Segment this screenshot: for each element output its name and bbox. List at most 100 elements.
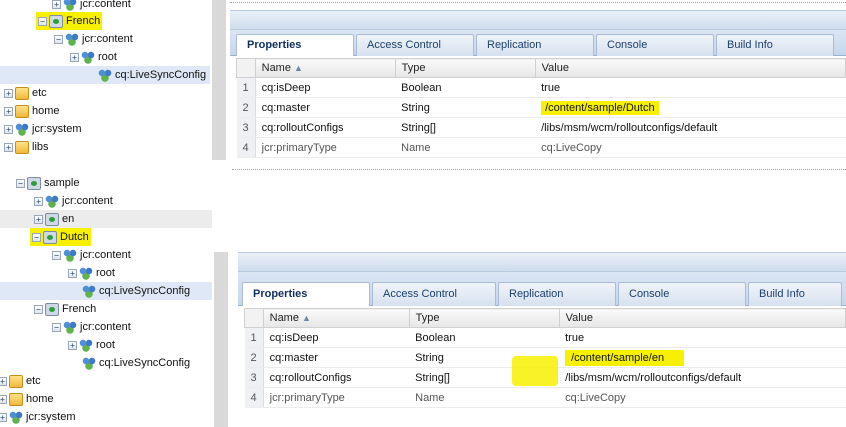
tree-node[interactable]: − sample bbox=[16, 174, 79, 192]
table-row[interactable]: 1 cq:isDeep Boolean true bbox=[244, 327, 846, 348]
page-icon bbox=[49, 14, 63, 28]
page-icon bbox=[45, 302, 59, 316]
highlighted-value: /content/sample/Dutch bbox=[541, 100, 659, 115]
node-icon bbox=[63, 248, 77, 262]
image-separator bbox=[0, 161, 846, 169]
expand-icon[interactable]: + bbox=[4, 142, 13, 152]
tree-node-selected[interactable]: cq:LiveSyncConfig bbox=[0, 282, 212, 300]
bottom-tabs: Properties Access Control Replication Co… bbox=[242, 282, 844, 306]
table-row[interactable]: 4 jcr:primaryType Name cq:LiveCopy bbox=[236, 137, 846, 158]
divider-line bbox=[232, 169, 846, 170]
node-icon bbox=[82, 284, 96, 298]
tree-node[interactable]: + etc bbox=[4, 84, 47, 102]
collapse-icon[interactable]: − bbox=[34, 304, 43, 314]
column-header-value[interactable]: Value bbox=[534, 58, 846, 78]
node-icon bbox=[98, 68, 112, 82]
divider-line bbox=[230, 2, 846, 3]
tree-node[interactable]: + home bbox=[4, 102, 60, 120]
collapse-icon[interactable]: − bbox=[52, 250, 61, 260]
folder-icon bbox=[15, 104, 29, 118]
column-header-type[interactable]: Type bbox=[408, 308, 560, 328]
expand-icon[interactable]: + bbox=[34, 214, 43, 224]
table-row[interactable]: 1 cq:isDeep Boolean true bbox=[236, 77, 846, 98]
tree-node[interactable]: + jcr:system bbox=[0, 408, 76, 426]
expand-icon[interactable]: + bbox=[68, 340, 77, 350]
sort-asc-icon: ▲ bbox=[301, 313, 311, 323]
scrollbar[interactable] bbox=[212, 0, 226, 160]
tree-node[interactable]: − jcr:content bbox=[52, 246, 131, 264]
expand-icon[interactable]: + bbox=[0, 394, 7, 404]
tree-node[interactable]: + home bbox=[0, 390, 54, 408]
node-icon bbox=[81, 50, 95, 64]
collapse-icon[interactable]: − bbox=[16, 178, 25, 188]
tab-replication[interactable]: Replication bbox=[498, 282, 616, 306]
node-icon bbox=[15, 122, 29, 136]
tree-node[interactable]: cq:LiveSyncConfig bbox=[82, 354, 190, 372]
column-header-name[interactable]: Name ▲ bbox=[262, 308, 410, 328]
column-header-name[interactable]: Name ▲ bbox=[254, 58, 396, 78]
tree-node[interactable]: − jcr:content bbox=[54, 30, 133, 48]
table-header: Name ▲ Type Value bbox=[244, 308, 846, 328]
expand-icon[interactable]: + bbox=[70, 52, 79, 62]
expand-icon[interactable]: + bbox=[0, 412, 7, 422]
page-icon bbox=[43, 230, 57, 244]
page-icon bbox=[27, 176, 41, 190]
tree-node[interactable]: + etc bbox=[0, 372, 41, 390]
node-icon bbox=[79, 266, 93, 280]
folder-icon bbox=[15, 86, 29, 100]
tree-node[interactable]: − French bbox=[34, 300, 96, 318]
tree-node[interactable]: + libs bbox=[4, 138, 49, 156]
expand-icon[interactable]: + bbox=[68, 268, 77, 278]
folder-icon bbox=[9, 374, 23, 388]
tree-node[interactable]: + root bbox=[68, 336, 115, 354]
page-icon bbox=[45, 212, 59, 226]
table-header: Name ▲ Type Value bbox=[236, 58, 846, 78]
collapse-icon[interactable]: − bbox=[54, 34, 63, 44]
tree-node[interactable]: + root bbox=[70, 48, 117, 66]
expand-icon[interactable]: + bbox=[52, 0, 61, 9]
tab-build-info[interactable]: Build Info bbox=[716, 34, 834, 56]
tab-replication[interactable]: Replication bbox=[476, 34, 594, 56]
tab-access-control[interactable]: Access Control bbox=[356, 34, 474, 56]
bottom-tree-panel: − sample + jcr:content + en − Dutch − jc… bbox=[0, 169, 212, 427]
collapse-icon[interactable]: − bbox=[32, 232, 41, 242]
expand-icon[interactable]: + bbox=[4, 106, 13, 116]
tree-node[interactable]: + jcr:content bbox=[34, 192, 113, 210]
tab-access-control[interactable]: Access Control bbox=[372, 282, 496, 306]
expand-icon[interactable]: + bbox=[34, 196, 43, 206]
top-tabs: Properties Access Control Replication Co… bbox=[236, 33, 836, 56]
node-icon bbox=[9, 410, 23, 424]
node-icon bbox=[45, 194, 59, 208]
expand-icon[interactable]: + bbox=[4, 88, 13, 98]
expand-icon[interactable]: + bbox=[0, 376, 7, 386]
column-header-type[interactable]: Type bbox=[394, 58, 536, 78]
table-row[interactable]: 2 cq:master String /content/sample/Dutch bbox=[236, 97, 846, 118]
folder-icon bbox=[9, 392, 23, 406]
expand-icon[interactable]: + bbox=[4, 124, 13, 134]
top-tree-panel: + jcr:content − French − jcr:content + r… bbox=[0, 0, 210, 160]
tree-node[interactable]: + jcr:system bbox=[4, 120, 82, 138]
scrollbar[interactable] bbox=[214, 252, 228, 427]
highlight-mark bbox=[512, 356, 558, 386]
table-row[interactable]: 3 cq:rolloutConfigs String[] /libs/msm/w… bbox=[236, 117, 846, 138]
tree-node[interactable]: + en bbox=[0, 210, 212, 228]
tab-console[interactable]: Console bbox=[618, 282, 746, 306]
sort-asc-icon: ▲ bbox=[293, 63, 303, 73]
toolbar bbox=[238, 252, 846, 272]
tree-node-dutch[interactable]: − Dutch bbox=[30, 228, 91, 246]
table-row[interactable]: 4 jcr:primaryType Name cq:LiveCopy bbox=[244, 387, 846, 408]
tab-properties[interactable]: Properties bbox=[236, 34, 354, 56]
tree-node-selected[interactable]: cq:LiveSyncConfig bbox=[0, 66, 210, 84]
tree-node[interactable]: + root bbox=[68, 264, 115, 282]
column-header-value[interactable]: Value bbox=[558, 308, 846, 328]
tab-properties[interactable]: Properties bbox=[242, 282, 370, 306]
collapse-icon[interactable]: − bbox=[52, 322, 61, 332]
node-icon bbox=[65, 32, 79, 46]
node-icon bbox=[63, 0, 77, 11]
collapse-icon[interactable]: − bbox=[38, 16, 47, 26]
tab-build-info[interactable]: Build Info bbox=[748, 282, 842, 306]
tab-console[interactable]: Console bbox=[596, 34, 714, 56]
tree-node-french[interactable]: − French bbox=[36, 12, 103, 30]
node-icon bbox=[63, 320, 77, 334]
tree-node[interactable]: − jcr:content bbox=[52, 318, 131, 336]
